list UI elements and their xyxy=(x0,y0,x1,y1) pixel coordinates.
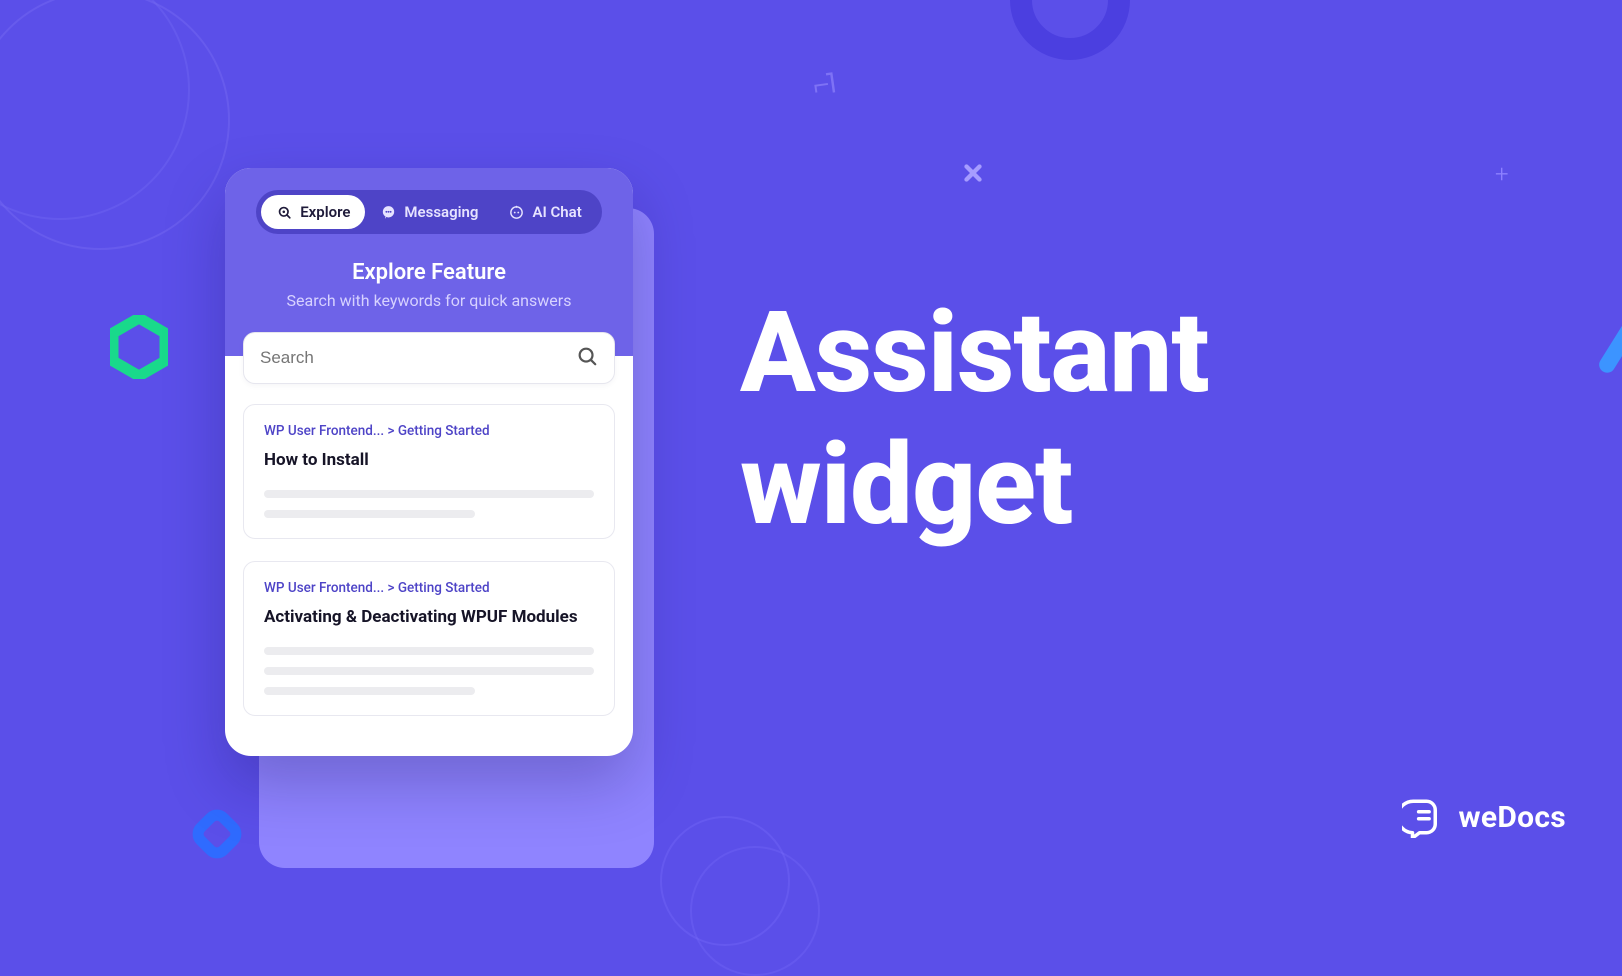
result-card[interactable]: WP User Frontend... > Getting Started Ho… xyxy=(243,404,615,539)
results-list: WP User Frontend... > Getting Started Ho… xyxy=(225,404,633,756)
decor-diamond xyxy=(190,807,244,865)
decor-stripe xyxy=(1596,306,1622,376)
search-icon xyxy=(576,345,598,371)
headline-line2: widget xyxy=(740,420,1072,551)
decor-arc xyxy=(0,0,230,250)
result-title: How to Install xyxy=(264,449,594,472)
tab-explore[interactable]: Explore xyxy=(261,195,365,229)
skeleton-line xyxy=(264,647,594,655)
tab-ai-chat[interactable]: AI Chat xyxy=(493,195,596,229)
decor-hexagon xyxy=(110,315,168,383)
skeleton-line xyxy=(264,687,475,695)
assistant-widget: Explore Messaging AI Chat Explore Featur… xyxy=(225,168,633,756)
brand-icon xyxy=(1402,796,1444,838)
skeleton-line xyxy=(264,490,594,498)
search-input[interactable] xyxy=(260,348,576,368)
ai-chat-icon xyxy=(508,204,525,221)
tab-messaging[interactable]: Messaging xyxy=(365,195,493,229)
decor-plus-icon: + xyxy=(1495,160,1509,188)
explore-icon xyxy=(276,204,293,221)
decor-ring xyxy=(1010,0,1130,60)
decor-ring xyxy=(690,846,820,976)
widget-stack: Explore Messaging AI Chat Explore Featur… xyxy=(225,168,633,756)
breadcrumb: WP User Frontend... > Getting Started xyxy=(264,580,594,596)
decor-x-icon xyxy=(960,160,986,190)
decor-ring xyxy=(660,816,790,946)
skeleton-line xyxy=(264,510,475,518)
result-title: Activating & Deactivating WPUF Modules xyxy=(264,606,594,629)
decor-squiggle: ⌐˥ xyxy=(811,67,834,102)
search-box[interactable] xyxy=(243,332,615,384)
headline-line1: Assistant xyxy=(740,288,1209,419)
messaging-icon xyxy=(380,204,397,221)
widget-tabs: Explore Messaging AI Chat xyxy=(256,190,602,234)
skeleton-line xyxy=(264,667,594,675)
tab-label: AI Chat xyxy=(532,203,581,221)
breadcrumb: WP User Frontend... > Getting Started xyxy=(264,423,594,439)
widget-title: Explore Feature xyxy=(247,260,611,285)
brand-name: weDocs xyxy=(1458,800,1566,835)
widget-subtitle: Search with keywords for quick answers xyxy=(247,291,611,310)
tab-label: Explore xyxy=(300,203,350,221)
tab-label: Messaging xyxy=(404,203,478,221)
brand: weDocs xyxy=(1402,796,1566,838)
decor-arc xyxy=(0,0,190,220)
result-card[interactable]: WP User Frontend... > Getting Started Ac… xyxy=(243,561,615,716)
search-area xyxy=(225,356,633,408)
page-title: Assistant widget xyxy=(740,288,1209,552)
